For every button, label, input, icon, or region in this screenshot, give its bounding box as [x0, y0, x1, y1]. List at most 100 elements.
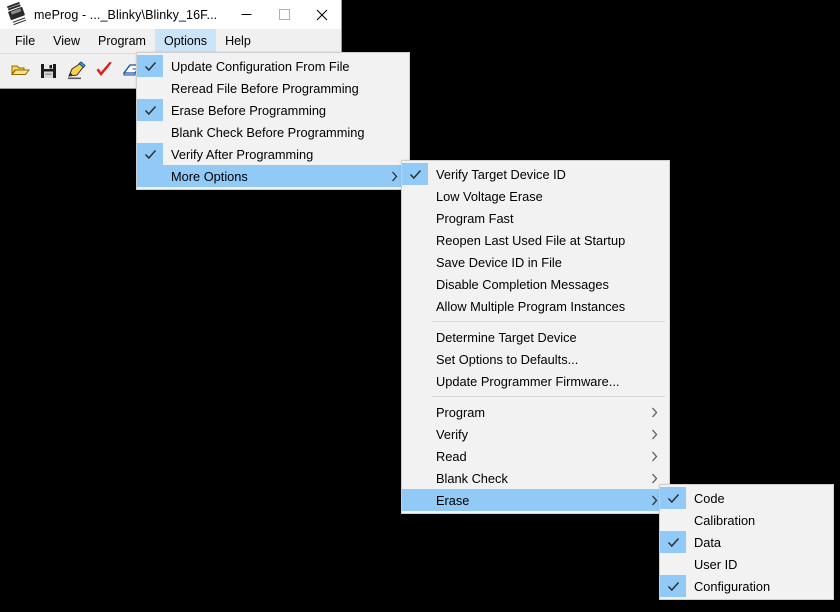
minimize-icon	[241, 14, 251, 15]
check-indicator	[402, 229, 428, 251]
close-button[interactable]	[303, 0, 341, 29]
screen: meProg - ..._Blinky\Blinky_16F... File V…	[0, 0, 840, 612]
checkmark-icon	[144, 61, 156, 71]
chevron-right-icon	[651, 423, 658, 445]
check-indicator	[137, 143, 163, 165]
minimize-button[interactable]	[227, 0, 265, 29]
open-file-icon[interactable]	[10, 60, 31, 81]
menubar-item-view[interactable]: View	[44, 29, 89, 53]
menu-item-erase[interactable]: Erase	[402, 489, 669, 511]
menu-item-reopen-last-used-file-at-startup[interactable]: Reopen Last Used File at Startup	[402, 229, 669, 251]
menu-item-label: Erase	[436, 492, 470, 508]
menu-item-update-configuration-from-file[interactable]: Update Configuration From File	[137, 55, 409, 77]
check-indicator	[402, 467, 428, 489]
checkmark-icon	[409, 169, 421, 179]
menu-item-label: Verify	[436, 426, 469, 442]
check-indicator	[402, 370, 428, 392]
menu-item-label: Update Configuration From File	[171, 58, 350, 74]
menu-item-label: Erase Before Programming	[171, 102, 327, 118]
menu-item-label: Determine Target Device	[436, 329, 577, 345]
chevron-right-icon	[651, 401, 658, 423]
chevron-right-icon	[651, 445, 658, 467]
menu-item-verify-after-programming[interactable]: Verify After Programming	[137, 143, 409, 165]
menu-item-erase-before-programming[interactable]: Erase Before Programming	[137, 99, 409, 121]
menu-item-reread-file-before-programming[interactable]: Reread File Before Programming	[137, 77, 409, 99]
menu-separator	[432, 396, 665, 397]
write-program-icon[interactable]	[66, 60, 87, 81]
menu-item-label: Program	[436, 404, 486, 420]
menu-item-label: User ID	[694, 556, 738, 572]
check-indicator	[402, 348, 428, 370]
check-indicator	[402, 163, 428, 185]
menu-item-more-options[interactable]: More Options	[137, 165, 409, 187]
menu-item-erase-data[interactable]: Data	[660, 531, 833, 553]
menu-item-blank-check[interactable]: Blank Check	[402, 467, 669, 489]
check-indicator	[402, 251, 428, 273]
menu-item-blank-check-before-programming[interactable]: Blank Check Before Programming	[137, 121, 409, 143]
menu-item-program-fast[interactable]: Program Fast	[402, 207, 669, 229]
check-indicator	[137, 55, 163, 77]
check-indicator	[660, 509, 686, 531]
menu-item-erase-configuration[interactable]: Configuration	[660, 575, 833, 597]
maximize-icon	[278, 9, 290, 20]
chevron-right-icon	[651, 467, 658, 489]
menu-item-erase-code[interactable]: Code	[660, 487, 833, 509]
menu-item-erase-calibration[interactable]: Calibration	[660, 509, 833, 531]
menu-item-label: More Options	[171, 168, 248, 184]
menu-item-label: Blank Check	[436, 470, 508, 486]
menu-separator	[432, 321, 665, 322]
check-indicator	[137, 99, 163, 121]
checkmark-icon	[667, 537, 679, 547]
check-indicator	[660, 531, 686, 553]
menubar-item-options[interactable]: Options	[154, 29, 217, 53]
erase-submenu: Code Calibration Data User ID Configurat…	[659, 484, 834, 600]
menu-item-verify[interactable]: Verify	[402, 423, 669, 445]
menu-item-label: Allow Multiple Program Instances	[436, 298, 626, 314]
menu-item-set-options-to-defaults[interactable]: Set Options to Defaults...	[402, 348, 669, 370]
menu-item-label: Reread File Before Programming	[171, 80, 359, 96]
menu-item-label: Configuration	[694, 578, 771, 594]
checkmark-icon	[667, 493, 679, 503]
verify-check-icon[interactable]	[94, 60, 115, 81]
menubar-item-program[interactable]: Program	[89, 29, 155, 53]
menu-item-erase-user-id[interactable]: User ID	[660, 553, 833, 575]
maximize-button[interactable]	[265, 0, 303, 29]
menu-item-label: Blank Check Before Programming	[171, 124, 365, 140]
check-indicator	[137, 121, 163, 143]
check-indicator	[402, 185, 428, 207]
menu-item-read[interactable]: Read	[402, 445, 669, 467]
menu-item-label: Reopen Last Used File at Startup	[436, 232, 626, 248]
check-indicator	[402, 445, 428, 467]
checkmark-icon	[144, 105, 156, 115]
menu-item-allow-multiple-program-instances[interactable]: Allow Multiple Program Instances	[402, 295, 669, 317]
chevron-right-icon	[391, 165, 398, 187]
menubar-item-help[interactable]: Help	[216, 29, 260, 53]
chip-icon	[7, 4, 29, 26]
menu-item-low-voltage-erase[interactable]: Low Voltage Erase	[402, 185, 669, 207]
menu-item-label: Low Voltage Erase	[436, 188, 543, 204]
options-menu: Update Configuration From File Reread Fi…	[136, 52, 410, 190]
check-indicator	[402, 423, 428, 445]
menu-item-label: Verify Target Device ID	[436, 166, 566, 182]
menubar-item-file[interactable]: File	[6, 29, 44, 53]
menu-item-update-programmer-firmware[interactable]: Update Programmer Firmware...	[402, 370, 669, 392]
checkmark-icon	[144, 149, 156, 159]
close-icon	[316, 9, 328, 20]
menu-item-disable-completion-messages[interactable]: Disable Completion Messages	[402, 273, 669, 295]
check-indicator	[660, 487, 686, 509]
chevron-right-icon	[651, 489, 658, 511]
check-indicator	[137, 77, 163, 99]
more-options-menu: Verify Target Device ID Low Voltage Eras…	[401, 160, 670, 514]
menu-item-label: Disable Completion Messages	[436, 276, 609, 292]
menu-item-label: Calibration	[694, 512, 756, 528]
menu-item-label: Update Programmer Firmware...	[436, 373, 620, 389]
menu-item-label: Read	[436, 448, 467, 464]
menu-item-determine-target-device[interactable]: Determine Target Device	[402, 326, 669, 348]
menu-item-save-device-id-in-file[interactable]: Save Device ID in File	[402, 251, 669, 273]
menu-item-label: Set Options to Defaults...	[436, 351, 579, 367]
save-file-icon[interactable]	[38, 60, 59, 81]
menu-item-label: Verify After Programming	[171, 146, 314, 162]
menu-item-verify-target-device-id[interactable]: Verify Target Device ID	[402, 163, 669, 185]
menu-item-program[interactable]: Program	[402, 401, 669, 423]
check-indicator	[402, 295, 428, 317]
